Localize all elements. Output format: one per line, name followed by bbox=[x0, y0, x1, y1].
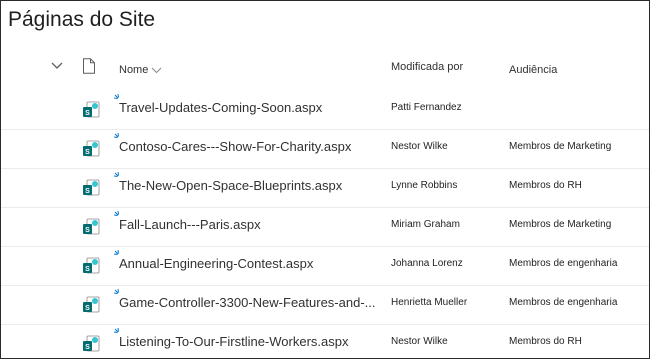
page-title: Páginas do Site bbox=[8, 8, 156, 31]
sharepoint-page-icon: S bbox=[83, 257, 100, 274]
column-header-row: Nome Modificada por Audiência bbox=[1, 53, 649, 87]
svg-text:S: S bbox=[85, 188, 90, 195]
sharepoint-page-icon: S bbox=[83, 140, 100, 157]
file-name[interactable]: Listening-To-Our-Firstline-Workers.aspx bbox=[119, 334, 349, 349]
svg-text:S: S bbox=[85, 305, 90, 312]
audience: Membros de Marketing bbox=[509, 141, 612, 152]
file-name[interactable]: Travel-Updates-Coming-Soon.aspx bbox=[119, 100, 322, 115]
modified-by: Patti Fernandez bbox=[391, 102, 462, 113]
file-name[interactable]: The-New-Open-Space-Blueprints.aspx bbox=[119, 178, 342, 193]
file-name[interactable]: Fall-Launch---Paris.aspx bbox=[119, 217, 261, 232]
svg-text:S: S bbox=[85, 227, 90, 234]
file-name[interactable]: Game-Controller-3300-New-Features-and-..… bbox=[119, 295, 375, 310]
chevron-down-icon[interactable] bbox=[50, 61, 64, 71]
sharepoint-page-icon: S bbox=[83, 179, 100, 196]
modified-by: Henrietta Mueller bbox=[391, 297, 468, 308]
list-item[interactable]: S Fall-Launch---Paris.aspx Miriam Graham… bbox=[1, 207, 649, 247]
column-header-modified-by[interactable]: Modificada por bbox=[391, 61, 463, 73]
audience: Membros de engenharia bbox=[509, 297, 618, 308]
sort-chevron-icon bbox=[151, 67, 162, 73]
audience: Membros do RH bbox=[509, 180, 582, 191]
list-item[interactable]: S Contoso-Cares---Show-For-Charity.aspx … bbox=[1, 129, 649, 169]
list-item[interactable]: S Game-Controller-3300-New-Features-and-… bbox=[1, 285, 649, 325]
list-item[interactable]: S The-New-Open-Space-Blueprints.aspx Lyn… bbox=[1, 168, 649, 208]
svg-text:S: S bbox=[85, 266, 90, 273]
modified-by: Nestor Wilke bbox=[391, 336, 448, 347]
audience: Membros de engenharia bbox=[509, 258, 618, 269]
sharepoint-page-icon: S bbox=[83, 335, 100, 352]
column-header-audience[interactable]: Audiência bbox=[509, 64, 557, 76]
document-library: Páginas do Site Nome Modificada por Audi… bbox=[0, 0, 650, 359]
column-header-name[interactable]: Nome bbox=[119, 64, 162, 76]
modified-by: Nestor Wilke bbox=[391, 141, 448, 152]
list-item[interactable]: S Listening-To-Our-Firstline-Workers.asp… bbox=[1, 324, 649, 358]
list-item[interactable]: S Annual-Engineering-Contest.aspx Johann… bbox=[1, 246, 649, 286]
column-header-name-label: Nome bbox=[119, 64, 149, 76]
modified-by: Johanna Lorenz bbox=[391, 258, 463, 269]
sharepoint-page-icon: S bbox=[83, 101, 100, 118]
svg-text:S: S bbox=[85, 149, 90, 156]
svg-text:S: S bbox=[85, 110, 90, 117]
audience: Membros de Marketing bbox=[509, 219, 612, 230]
modified-by: Lynne Robbins bbox=[391, 180, 458, 191]
sharepoint-page-icon: S bbox=[83, 296, 100, 313]
file-name[interactable]: Annual-Engineering-Contest.aspx bbox=[119, 256, 313, 271]
sharepoint-page-icon: S bbox=[83, 218, 100, 235]
list-item[interactable]: S Travel-Updates-Coming-Soon.aspx Patti … bbox=[1, 90, 649, 130]
svg-text:S: S bbox=[85, 344, 90, 351]
audience: Membros do RH bbox=[509, 336, 582, 347]
document-icon[interactable] bbox=[82, 58, 96, 74]
modified-by: Miriam Graham bbox=[391, 219, 460, 230]
file-name[interactable]: Contoso-Cares---Show-For-Charity.aspx bbox=[119, 139, 351, 154]
